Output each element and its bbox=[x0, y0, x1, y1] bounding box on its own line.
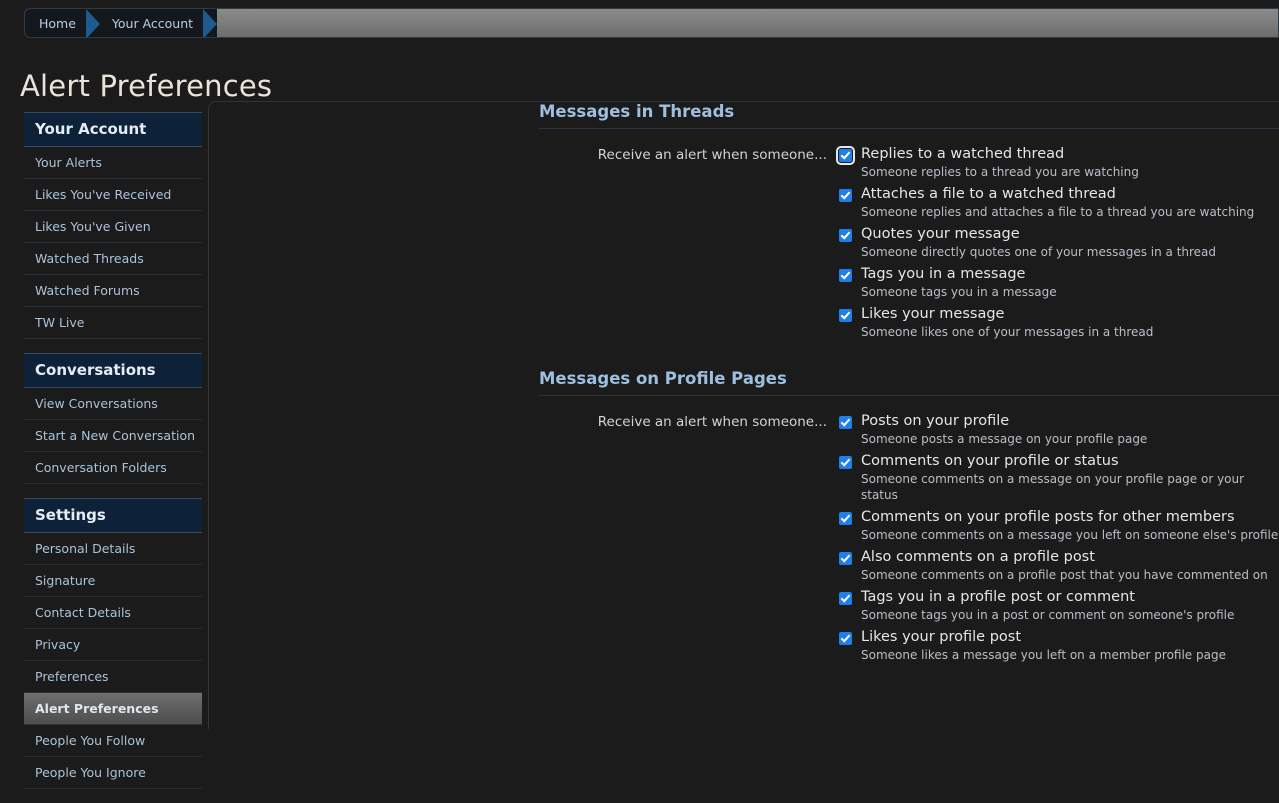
option-main[interactable]: Comments on your profile posts for other… bbox=[839, 508, 1279, 526]
sidebar-block: Your Account Your Alerts Likes You've Rece… bbox=[24, 112, 202, 339]
option-list: Replies to a watched thread Someone repli… bbox=[836, 145, 1279, 345]
sidebar-item-privacy[interactable]: Privacy bbox=[24, 629, 202, 661]
option-description: Someone tags you in a message bbox=[861, 285, 1057, 299]
sidebar-heading: Settings bbox=[24, 498, 202, 533]
option-attaches-a-file-to-a-watched-thread[interactable]: Attaches a file to a watched thread Someo… bbox=[839, 185, 1279, 220]
option-also-comments-on-a-profile-post[interactable]: Also comments on a profile post Someone c… bbox=[839, 548, 1279, 583]
preference-row: Receive an alert when someone... Posts on… bbox=[209, 396, 1279, 668]
option-label[interactable]: Comments on your profile posts for other… bbox=[852, 508, 1235, 526]
option-description: Someone tags you in a post or comment on… bbox=[861, 608, 1235, 622]
sidebar-item-people-you-follow[interactable]: People You Follow bbox=[24, 725, 202, 757]
option-description: Someone comments on a message on your pr… bbox=[861, 472, 1245, 502]
option-tags-you-in-a-profile-post-or-comment[interactable]: Tags you in a profile post or comment Som… bbox=[839, 588, 1279, 623]
option-label[interactable]: Posts on your profile bbox=[852, 412, 1009, 430]
option-likes-your-profile-post[interactable]: Likes your profile post Someone likes a m… bbox=[839, 628, 1279, 663]
option-label[interactable]: Comments on your profile or status bbox=[852, 452, 1119, 470]
checkbox-tags-you-in-a-profile-post-or-comment[interactable] bbox=[839, 592, 852, 605]
section-title: Messages on Profile Pages bbox=[539, 369, 1279, 396]
option-main[interactable]: Also comments on a profile post bbox=[839, 548, 1279, 566]
option-description: Someone likes one of your messages in a … bbox=[861, 325, 1154, 339]
option-description: Someone comments on a profile post that … bbox=[861, 568, 1268, 582]
option-comments-on-your-profile-posts-for-other-members[interactable]: Comments on your profile posts for other… bbox=[839, 508, 1279, 543]
option-quotes-your-message[interactable]: Quotes your message Someone directly quot… bbox=[839, 225, 1279, 260]
option-main[interactable]: Likes your profile post bbox=[839, 628, 1279, 646]
preference-section: Messages on Profile Pages Receive an aler… bbox=[209, 369, 1279, 668]
sidebar-item-preferences[interactable]: Preferences bbox=[24, 661, 202, 693]
row-label: Receive an alert when someone... bbox=[597, 414, 827, 430]
content-panel: Messages in Threads Receive an alert when… bbox=[208, 101, 1279, 729]
checkbox-likes-your-profile-post[interactable] bbox=[839, 632, 852, 645]
option-label[interactable]: Likes your profile post bbox=[852, 628, 1021, 646]
option-comments-on-your-profile-or-status[interactable]: Comments on your profile or status Someon… bbox=[839, 452, 1279, 503]
breadcrumb-filler bbox=[217, 9, 1278, 37]
sidebar-item-contact-details[interactable]: Contact Details bbox=[24, 597, 202, 629]
option-label[interactable]: Also comments on a profile post bbox=[852, 548, 1095, 566]
sidebar-item-alert-preferences[interactable]: Alert Preferences bbox=[24, 693, 202, 725]
page-title: Alert Preferences bbox=[20, 69, 273, 104]
sidebar-item-conversation-folders[interactable]: Conversation Folders bbox=[24, 452, 202, 484]
option-main[interactable]: Posts on your profile bbox=[839, 412, 1279, 430]
sidebar-heading: Your Account bbox=[24, 112, 202, 147]
option-description: Someone likes a message you left on a me… bbox=[861, 648, 1226, 662]
breadcrumb-item-your-account[interactable]: Your Account bbox=[99, 9, 204, 37]
option-label[interactable]: Tags you in a profile post or comment bbox=[852, 588, 1135, 606]
option-description: Someone comments on a message you left o… bbox=[861, 528, 1279, 542]
breadcrumb-item-home[interactable]: Home bbox=[25, 9, 86, 37]
sidebar-item-people-you-ignore[interactable]: People You Ignore bbox=[24, 757, 202, 789]
sidebar-item-view-conversations[interactable]: View Conversations bbox=[24, 388, 202, 420]
checkbox-comments-on-your-profile-or-status[interactable] bbox=[839, 456, 852, 469]
option-posts-on-your-profile[interactable]: Posts on your profile Someone posts a mes… bbox=[839, 412, 1279, 447]
checkbox-quotes-your-message[interactable] bbox=[839, 229, 852, 242]
option-description: Someone replies to a thread you are watc… bbox=[861, 165, 1139, 179]
breadcrumb-separator-icon bbox=[203, 9, 218, 37]
sidebar-item-your-alerts[interactable]: Your Alerts bbox=[24, 147, 202, 179]
preference-section: Messages in Threads Receive an alert when… bbox=[209, 102, 1279, 345]
option-tags-you-in-a-message[interactable]: Tags you in a message Someone tags you in… bbox=[839, 265, 1279, 300]
section-title: Messages in Threads bbox=[539, 102, 1279, 129]
checkbox-attaches-a-file-to-a-watched-thread[interactable] bbox=[839, 189, 852, 202]
option-main[interactable]: Likes your message bbox=[839, 305, 1279, 323]
option-replies-to-a-watched-thread[interactable]: Replies to a watched thread Someone repli… bbox=[836, 145, 1279, 180]
checkbox-replies-to-a-watched-thread[interactable] bbox=[836, 146, 855, 165]
sidebar-block: Settings Personal Details Signature Contact… bbox=[24, 498, 202, 789]
option-label[interactable]: Tags you in a message bbox=[852, 265, 1025, 283]
option-label[interactable]: Replies to a watched thread bbox=[852, 145, 1064, 163]
breadcrumb: Home Your Account bbox=[24, 8, 1279, 38]
sidebar-item-likes-you-ve-received[interactable]: Likes You've Received bbox=[24, 179, 202, 211]
sidebar-item-signature[interactable]: Signature bbox=[24, 565, 202, 597]
option-description: Someone replies and attaches a file to a… bbox=[861, 205, 1255, 219]
option-main[interactable]: Tags you in a profile post or comment bbox=[839, 588, 1279, 606]
checkbox-posts-on-your-profile[interactable] bbox=[839, 416, 852, 429]
sidebar-heading: Conversations bbox=[24, 353, 202, 388]
option-main[interactable]: Tags you in a message bbox=[839, 265, 1279, 283]
option-main[interactable]: Replies to a watched thread bbox=[836, 145, 1279, 165]
sidebar-item-start-a-new-conversation[interactable]: Start a New Conversation bbox=[24, 420, 202, 452]
sidebar-item-personal-details[interactable]: Personal Details bbox=[24, 533, 202, 565]
row-label: Receive an alert when someone... bbox=[597, 147, 827, 163]
sidebar-block: Conversations View Conversations Start a N… bbox=[24, 353, 202, 484]
sidebar-item-watched-threads[interactable]: Watched Threads bbox=[24, 243, 202, 275]
option-description: Someone posts a message on your profile … bbox=[861, 432, 1148, 446]
preference-row: Receive an alert when someone... Replies … bbox=[209, 129, 1279, 345]
option-main[interactable]: Comments on your profile or status bbox=[839, 452, 1279, 470]
sidebar-item-likes-you-ve-given[interactable]: Likes You've Given bbox=[24, 211, 202, 243]
checkbox-also-comments-on-a-profile-post[interactable] bbox=[839, 552, 852, 565]
option-label[interactable]: Likes your message bbox=[852, 305, 1004, 323]
checkbox-comments-on-your-profile-posts-for-other-members[interactable] bbox=[839, 512, 852, 525]
option-main[interactable]: Attaches a file to a watched thread bbox=[839, 185, 1279, 203]
option-description: Someone directly quotes one of your mess… bbox=[861, 245, 1217, 259]
option-list: Posts on your profile Someone posts a mes… bbox=[839, 412, 1279, 668]
sidebar: Your Account Your Alerts Likes You've Rece… bbox=[24, 112, 202, 803]
option-main[interactable]: Quotes your message bbox=[839, 225, 1279, 243]
option-label[interactable]: Quotes your message bbox=[852, 225, 1020, 243]
sidebar-item-tw-live[interactable]: TW Live bbox=[24, 307, 202, 339]
breadcrumb-separator-icon bbox=[85, 9, 100, 37]
checkbox-likes-your-message[interactable] bbox=[839, 309, 852, 322]
alert-preferences-form: Messages in Threads Receive an alert when… bbox=[209, 102, 1279, 668]
sidebar-item-watched-forums[interactable]: Watched Forums bbox=[24, 275, 202, 307]
checkbox-tags-you-in-a-message[interactable] bbox=[839, 269, 852, 282]
option-likes-your-message[interactable]: Likes your message Someone likes one of y… bbox=[839, 305, 1279, 340]
option-label[interactable]: Attaches a file to a watched thread bbox=[852, 185, 1116, 203]
